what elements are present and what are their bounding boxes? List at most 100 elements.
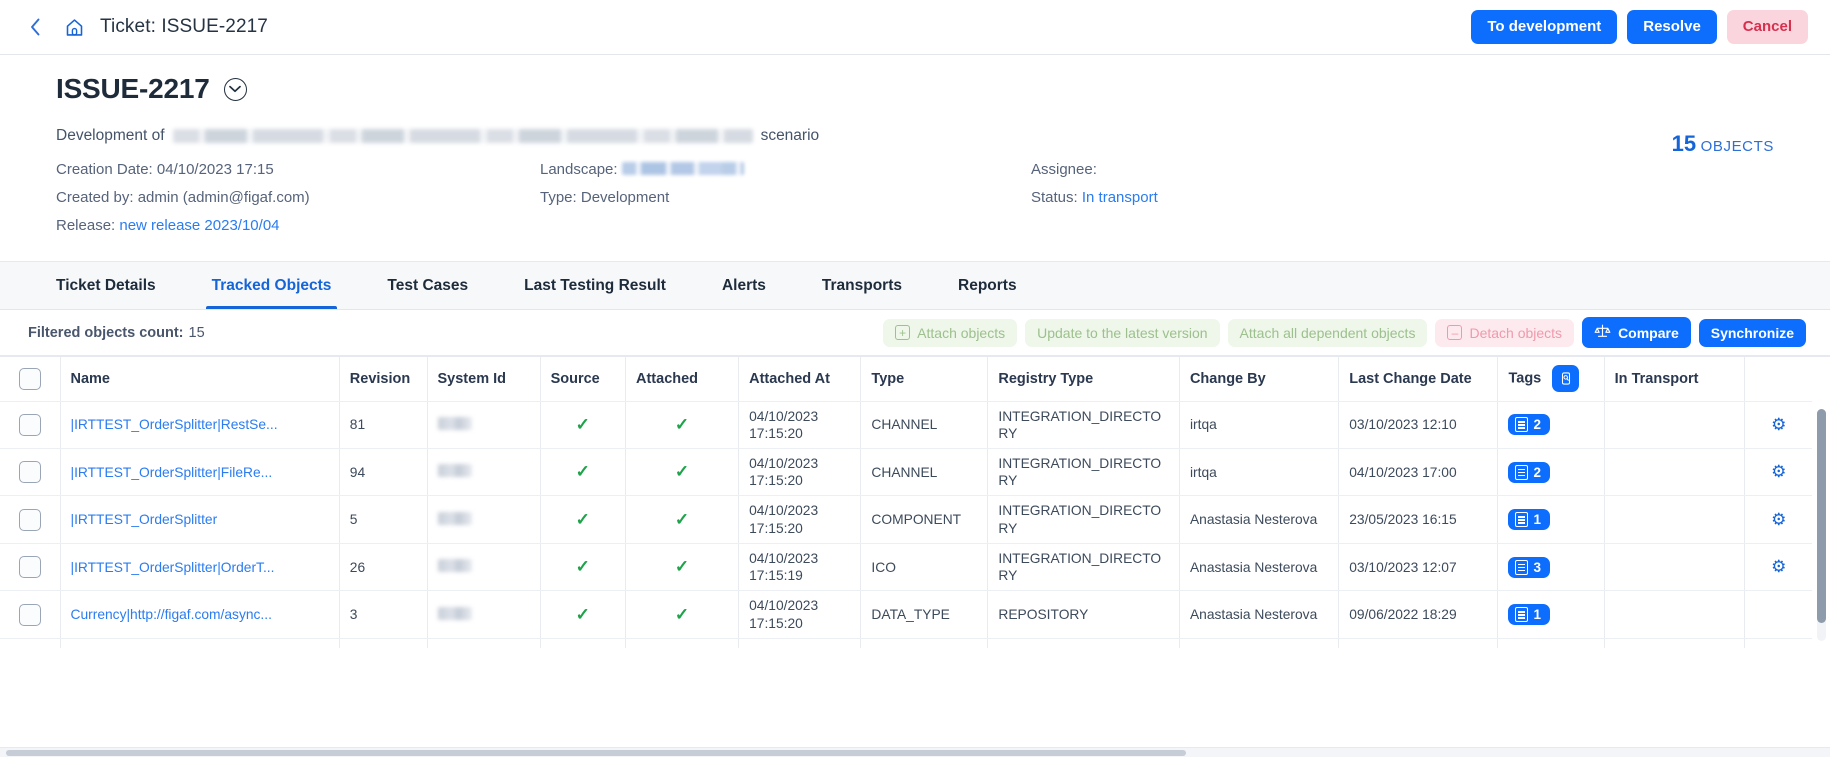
cell-attached: ✓: [625, 401, 740, 449]
home-icon[interactable]: [62, 15, 86, 39]
landscape-row: Landscape:: [540, 161, 744, 178]
column-header-revision[interactable]: Revision: [339, 357, 428, 402]
object-name-link[interactable]: |IRTTEST_OrderSplitter|RestSe...: [71, 417, 329, 432]
minus-square-icon: –: [1447, 325, 1463, 340]
cell-name: Currency|http://figaf.com/async...: [60, 590, 340, 639]
row-checkbox[interactable]: [18, 556, 41, 579]
cell-system-id: [427, 401, 541, 449]
tab-transports[interactable]: Transports: [794, 262, 930, 309]
chevron-down-circle-icon[interactable]: [223, 77, 247, 101]
attach-objects-button[interactable]: + Attach objects: [883, 318, 1018, 347]
object-name-link[interactable]: |IRTTEST_OrderSplitter|OrderT...: [71, 560, 329, 575]
vertical-scrollbar[interactable]: [1817, 409, 1826, 641]
tab-last-testing-result[interactable]: Last Testing Result: [496, 262, 694, 309]
tag-filter-icon[interactable]: [1552, 365, 1580, 393]
cell-attached-at: 04/10/2023 17:15:20: [738, 590, 862, 639]
row-select-cell: [0, 401, 61, 449]
column-header-last-change-date[interactable]: Last Change Date: [1338, 357, 1499, 402]
cell-tags: 2: [1497, 448, 1605, 497]
table-row[interactable]: |IRTTEST_OrderSplitter|OrderT... 26 ✓ ✓ 04/1…: [0, 543, 1812, 592]
horizontal-scrollbar-thumb[interactable]: [6, 750, 1186, 756]
column-header-change-by[interactable]: Change By: [1179, 357, 1340, 402]
resolve-button[interactable]: Resolve: [1627, 10, 1717, 44]
gear-icon[interactable]: ⚙: [1771, 415, 1786, 434]
select-all-checkbox[interactable]: [18, 367, 41, 390]
redacted-system-id: [437, 606, 472, 620]
created-by-label: Created by:: [56, 189, 134, 206]
attached-check-icon: ✓: [674, 462, 690, 482]
gear-icon[interactable]: ⚙: [1771, 462, 1786, 481]
row-checkbox[interactable]: [18, 603, 41, 626]
detach-objects-label: Detach objects: [1469, 324, 1563, 341]
table-row[interactable]: Currency|http://figaf.com/async... 3 ✓ ✓ 04/…: [0, 590, 1812, 639]
release-link[interactable]: new release 2023/10/04: [119, 217, 279, 234]
compare-button[interactable]: Compare: [1582, 317, 1691, 348]
attached-check-icon: ✓: [674, 557, 690, 577]
creation-date-label: Creation Date:: [56, 161, 153, 178]
tab-reports[interactable]: Reports: [930, 262, 1045, 309]
tab-ticket-details[interactable]: Ticket Details: [28, 262, 184, 309]
cell-change-by: irtqa: [1179, 448, 1340, 497]
object-name-link[interactable]: |IRTTEST_OrderSplitter|FileRe...: [71, 465, 329, 480]
cell-tags: 1: [1497, 495, 1605, 544]
attach-objects-label: Attach objects: [917, 324, 1006, 341]
row-checkbox[interactable]: [18, 508, 41, 531]
tags-count: 1: [1533, 512, 1541, 528]
redacted-landscape-value[interactable]: [621, 162, 744, 175]
object-name-link[interactable]: Currency|http://figaf.com/async...: [71, 607, 329, 622]
column-header-in-transport[interactable]: In Transport: [1604, 357, 1746, 402]
table-row[interactable]: |IRTTEST_OrderSplitter|FileRe... 94 ✓ ✓ 04/1…: [0, 448, 1812, 497]
attach-all-dependent-objects-button[interactable]: Attach all dependent objects: [1227, 318, 1428, 347]
column-header-system-id[interactable]: System Id: [427, 357, 541, 402]
select-all-header: [0, 357, 61, 402]
update-to-latest-version-button[interactable]: Update to the latest version: [1025, 318, 1220, 347]
tab-tracked-objects[interactable]: Tracked Objects: [184, 262, 360, 309]
vertical-scrollbar-thumb[interactable]: [1817, 409, 1826, 623]
column-header-attached-at[interactable]: Attached At: [738, 357, 862, 402]
gear-icon[interactable]: ⚙: [1771, 510, 1786, 529]
table-row[interactable]: |IRTTEST_OrderSplitter|RestSe... 81 ✓ ✓ 04/1…: [0, 401, 1812, 449]
cell-type: DATA_TYPE: [860, 638, 989, 648]
column-header-type[interactable]: Type: [860, 357, 989, 402]
row-select-cell: [0, 495, 61, 544]
synchronize-button[interactable]: Synchronize: [1698, 318, 1806, 347]
column-header-attached[interactable]: Attached: [625, 357, 740, 402]
meta-column-middle: Landscape: Type: Development: [540, 161, 744, 217]
status-badge[interactable]: In transport: [1082, 189, 1158, 206]
table-row[interactable]: Order|http://figaf.com/asyncWit...3✓✓04/…: [0, 638, 1812, 648]
tags-badge[interactable]: 2: [1508, 461, 1550, 483]
horizontal-scrollbar[interactable]: [0, 747, 1830, 757]
column-header-name[interactable]: Name: [60, 357, 340, 402]
cell-name: |IRTTEST_OrderSplitter|OrderT...: [60, 543, 340, 592]
tags-badge[interactable]: 2: [1508, 414, 1550, 436]
top-bar-actions: To development Resolve Cancel: [1471, 10, 1808, 44]
meta-column-right: Assignee: Status: In transport: [1031, 161, 1158, 217]
detach-objects-button[interactable]: – Detach objects: [1435, 318, 1575, 347]
cancel-button[interactable]: Cancel: [1726, 10, 1808, 44]
column-header-source[interactable]: Source: [540, 357, 627, 402]
objects-count-label: OBJECTS: [1700, 138, 1774, 155]
tags-badge[interactable]: 1: [1508, 604, 1550, 626]
filtered-objects-count: Filtered objects count: 15: [28, 325, 205, 341]
tags-badge[interactable]: 1: [1508, 509, 1550, 531]
release-row: Release: new release 2023/10/04: [56, 217, 310, 234]
row-checkbox[interactable]: [18, 461, 41, 484]
table-row[interactable]: |IRTTEST_OrderSplitter 5 ✓ ✓ 04/10/2023 17:1…: [0, 495, 1812, 544]
object-name-link[interactable]: |IRTTEST_OrderSplitter: [71, 512, 329, 527]
cell-source: ✓: [540, 401, 627, 449]
release-label: Release:: [56, 217, 116, 234]
column-header-registry-type[interactable]: Registry Type: [987, 357, 1180, 402]
creation-date-value: 04/10/2023 17:15: [156, 161, 274, 178]
cell-registry-type: INTEGRATION_DIRECTO RY: [987, 495, 1180, 544]
toolbar-actions: + Attach objects Update to the latest ve…: [883, 317, 1806, 348]
back-icon[interactable]: [22, 14, 48, 40]
filtered-objects-label: Filtered objects count:: [28, 324, 184, 341]
cell-last-change-date: 22/03/2023 12:28: [1338, 638, 1499, 648]
column-header-tags[interactable]: Tags: [1497, 357, 1605, 402]
tags-badge[interactable]: 3: [1508, 556, 1550, 578]
to-development-button[interactable]: To development: [1471, 10, 1618, 44]
tab-alerts[interactable]: Alerts: [694, 262, 794, 309]
tab-test-cases[interactable]: Test Cases: [359, 262, 496, 309]
gear-icon[interactable]: ⚙: [1771, 557, 1786, 576]
row-checkbox[interactable]: [18, 413, 41, 436]
